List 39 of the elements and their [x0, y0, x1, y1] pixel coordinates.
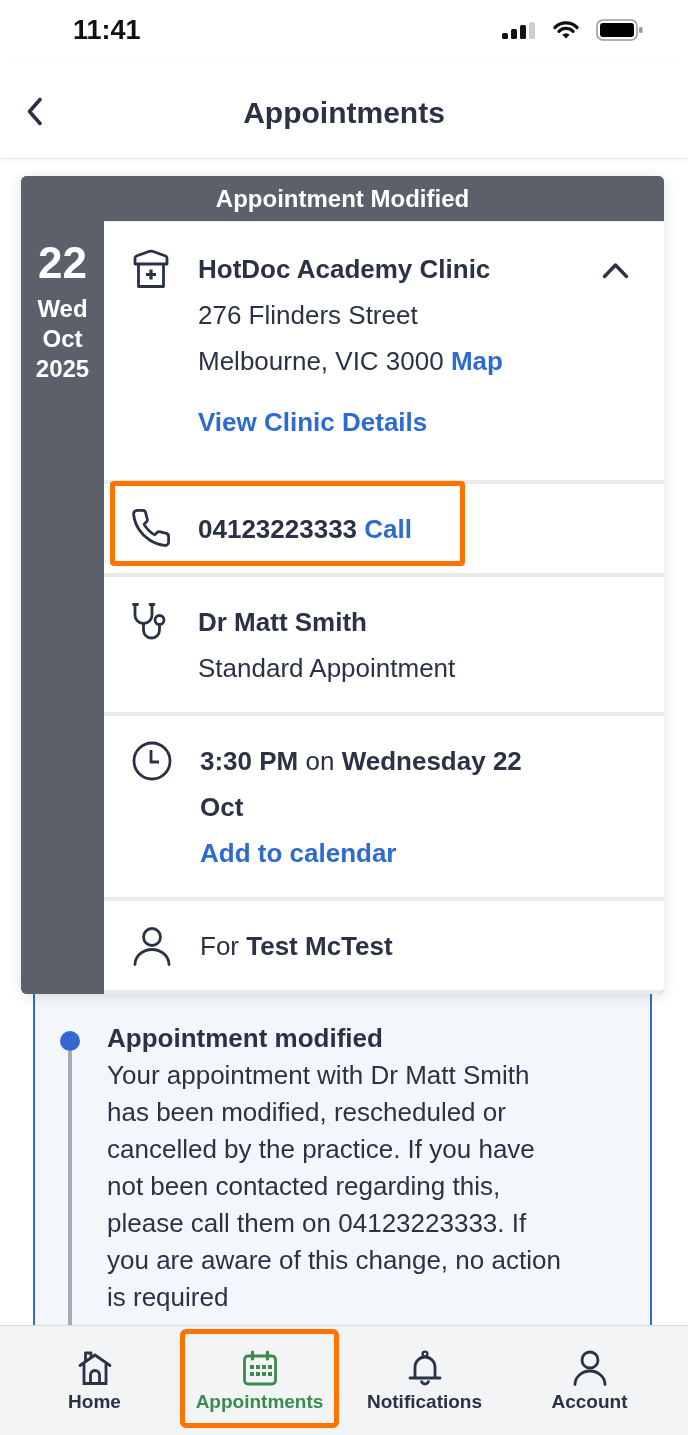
event-title: Appointment modified — [107, 1022, 384, 1055]
date-day: 22 — [38, 239, 87, 287]
clinic-building-icon — [132, 249, 170, 289]
house-icon — [76, 1350, 113, 1386]
status-time: 11:41 — [73, 14, 141, 46]
person-icon — [571, 1350, 608, 1386]
timeline-dot-icon — [60, 1031, 80, 1051]
call-link[interactable]: Call — [364, 514, 412, 544]
battery-icon — [596, 19, 643, 41]
appointment-time: 3:30 PM on Wednesday 22 Oct — [200, 745, 523, 824]
phone-number: 04123223333 — [198, 514, 358, 544]
nav-tab[interactable]: Account — [510, 1329, 669, 1428]
chevron-icon[interactable] — [602, 262, 629, 279]
nav-tab[interactable]: Home — [15, 1329, 174, 1428]
clinic-name: HotDoc Academy Clinic — [198, 253, 492, 286]
phone-icon — [132, 509, 170, 547]
date-weekday: Wed — [37, 294, 88, 324]
status-banner: Appointment Modified — [21, 176, 664, 221]
bell-icon — [406, 1350, 443, 1386]
back-icon[interactable] — [26, 96, 43, 126]
person-icon — [132, 926, 172, 966]
page-title: Appointments — [243, 96, 445, 130]
practitioner-name: Dr Matt Smith — [198, 606, 368, 639]
patient-name: For Test McTest — [200, 930, 393, 963]
wifi-icon — [553, 21, 579, 39]
event-description: Your appointment with Dr Matt Smith has been modified, rescheduled or cancelled by the practice. If you have not been contacted regarding this, please call them on 04123223333. If you are aware of this change, no action is required — [107, 1059, 562, 1314]
date-year: 2025 — [35, 354, 90, 384]
clock-icon — [132, 741, 172, 781]
nav-tab[interactable]: Appointments — [180, 1329, 339, 1428]
nav-tab[interactable]: Notifications — [345, 1329, 504, 1428]
clinic-details-link[interactable]: View Clinic Details — [198, 407, 428, 437]
add-to-calendar-link[interactable]: Add to calendar — [200, 838, 397, 868]
address-line: Melbourne, VIC 3000 — [198, 346, 444, 376]
signal-icon — [502, 21, 536, 39]
calendar-icon — [241, 1350, 278, 1386]
address-line: 276 Flinders Street — [198, 299, 419, 332]
map-link[interactable]: Map — [450, 346, 503, 376]
date-month: Oct — [42, 324, 83, 354]
appointment-type: Standard Appointment — [198, 652, 456, 685]
